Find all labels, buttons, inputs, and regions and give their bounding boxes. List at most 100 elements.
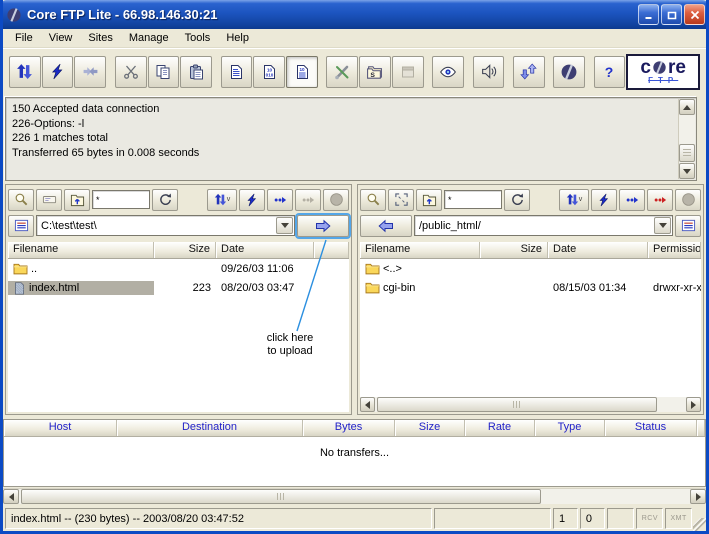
folder-up-icon [70,192,85,207]
local-quick-connect-button[interactable] [239,189,265,211]
scrollbar-thumb[interactable] [679,144,695,162]
column-size[interactable]: Size [395,420,465,436]
folder-icon [13,262,28,275]
column-bytes[interactable]: Bytes [303,420,395,436]
combo-dropdown-button[interactable] [654,217,671,234]
menu-manage[interactable]: Manage [121,30,177,46]
local-refresh-button[interactable] [152,189,178,211]
scrollbar-thumb[interactable] [377,397,657,412]
file-permissions: drwxr-xr-x [648,282,701,294]
transfer-manager-button[interactable] [513,56,545,88]
app-logo-icon [6,7,22,23]
resize-grip[interactable] [693,518,706,531]
scroll-up-button[interactable] [679,99,695,115]
remote-transfer-mode-button[interactable]: v [559,189,589,211]
column-size[interactable]: Size [154,242,216,258]
remote-filter-input[interactable] [444,190,502,209]
menu-help[interactable]: Help [218,30,257,46]
column-rate[interactable]: Rate [465,420,535,436]
bottom-scrollbar[interactable] [3,488,706,504]
scroll-left-button[interactable] [3,489,19,504]
scroll-down-button[interactable] [679,163,695,179]
remote-pane-scrollbar[interactable] [360,397,701,412]
paste-button[interactable] [180,56,212,88]
menu-file[interactable]: File [7,30,41,46]
local-tree-button[interactable] [8,215,34,237]
ascii-document-icon [228,64,244,80]
local-rename-button[interactable] [36,189,62,211]
file-row-parent[interactable]: .. 09/26/03 11:06 [8,259,349,278]
reconnect-button [74,56,106,88]
cut-button[interactable] [115,56,147,88]
paste-icon [188,64,204,80]
scroll-left-button[interactable] [360,397,375,412]
column-status[interactable]: Status [605,420,697,436]
close-button[interactable] [684,4,705,25]
menu-view[interactable]: View [41,30,81,46]
scroll-right-button[interactable] [686,397,701,412]
remote-folder-up-button[interactable] [416,189,442,211]
view-button[interactable] [432,56,464,88]
remote-path-combo[interactable]: /public_html/ [414,215,673,236]
site-manager-button[interactable] [359,56,391,88]
remote-disconnect-button[interactable] [647,189,673,211]
queue-header: Host Destination Bytes Size Rate Type St… [4,420,705,437]
menu-bar: File View Sites Manage Tools Help [3,29,706,48]
about-button[interactable] [553,56,585,88]
column-destination[interactable]: Destination [117,420,303,436]
remote-search-button[interactable] [360,189,386,211]
options-button[interactable] [326,56,358,88]
column-filename[interactable]: Filename [360,242,480,258]
log-line: 226-Options: -l [12,117,674,132]
file-row[interactable]: cgi-bin 08/15/03 01:34 drwxr-xr-x [360,278,701,297]
menu-sites[interactable]: Sites [80,30,120,46]
scrollbar-thumb[interactable] [21,489,541,504]
remote-file-list[interactable]: <..> cgi-bin 08/15/03 01:34 drwxr-xr-x [360,259,701,397]
maximize-button[interactable] [661,4,682,25]
local-view-button[interactable] [267,189,293,211]
download-button[interactable] [360,215,412,237]
copy-button[interactable] [148,56,180,88]
remote-quick-connect-button[interactable] [591,189,617,211]
log-scrollbar[interactable] [678,99,695,179]
remote-tree-button[interactable] [675,215,701,237]
binary-mode-button[interactable] [253,56,285,88]
local-search-button[interactable] [8,189,34,211]
remote-view-button[interactable] [619,189,645,211]
folder-icon [365,281,380,294]
sites-folder-icon [366,63,383,80]
column-filler [697,420,705,436]
local-transfer-mode-button[interactable]: v [207,189,237,211]
column-date[interactable]: Date [216,242,314,258]
local-path-combo[interactable]: C:\test\test\ [36,215,295,236]
ascii-mode-button[interactable] [221,56,253,88]
column-type[interactable]: Type [535,420,605,436]
quick-connect-button[interactable] [42,56,74,88]
remote-refresh-button[interactable] [504,189,530,211]
column-permissions[interactable]: Permissions [648,242,701,258]
file-row-parent[interactable]: <..> [360,259,701,278]
search-icon [366,192,381,207]
logo-text-c: c [640,58,651,77]
auto-mode-button[interactable] [286,56,318,88]
column-host[interactable]: Host [4,420,117,436]
column-filename[interactable]: Filename [8,242,154,258]
minimize-button[interactable] [638,4,659,25]
upload-button[interactable] [297,215,349,237]
help-button[interactable] [594,56,626,88]
scroll-right-button[interactable] [690,489,706,504]
menu-tools[interactable]: Tools [177,30,219,46]
local-filter-input[interactable] [92,190,150,209]
local-folder-up-button[interactable] [64,189,90,211]
column-size[interactable]: Size [480,242,548,258]
column-date[interactable]: Date [548,242,648,258]
upload-right-arrow-icon [315,218,331,234]
file-row-selected[interactable]: index.html 223 08/20/03 03:47 [8,278,349,297]
dropdown-v-icon: v [227,196,231,203]
status-queue-count: 1 [553,508,578,529]
combo-dropdown-button[interactable] [276,217,293,234]
sound-button[interactable] [473,56,505,88]
title-bar[interactable]: Core FTP Lite - 66.98.146.30:21 [0,0,709,29]
remote-expand-button[interactable] [388,189,414,211]
connect-button[interactable] [9,56,41,88]
